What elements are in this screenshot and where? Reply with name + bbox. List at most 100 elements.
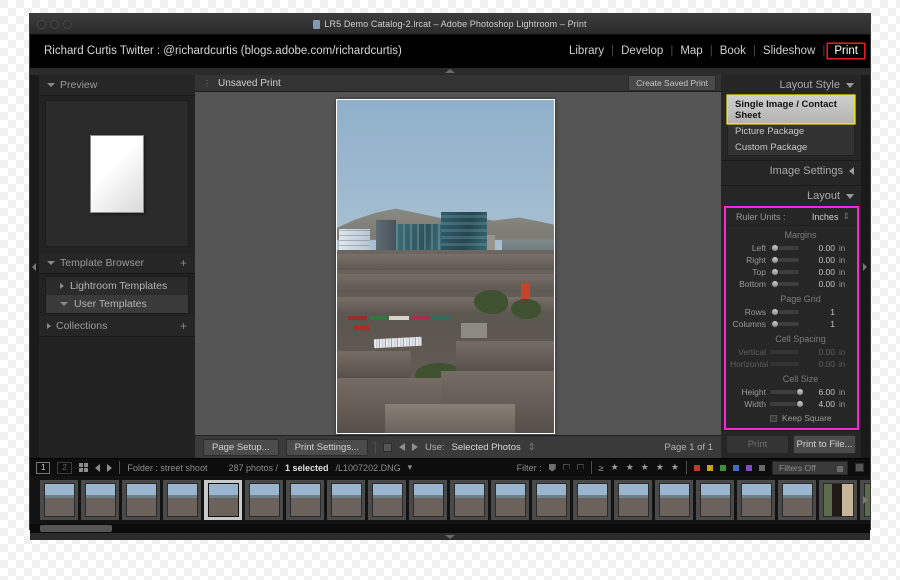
print-settings-button[interactable]: Print Settings... [285,438,368,456]
left-panel-collapse-handle[interactable] [30,75,39,458]
layout-style-header[interactable]: Layout Style [721,75,861,95]
flag-pick-icon[interactable] [548,463,556,472]
filmstrip-thumbnail[interactable] [778,480,816,520]
view-button-2[interactable]: 2 [57,461,72,474]
slider-value[interactable]: 1 [803,307,835,317]
star-5-icon[interactable]: ★ [671,462,679,473]
filmstrip-scrollbar[interactable] [30,524,870,533]
slider-track[interactable] [770,280,799,288]
star-3-icon[interactable]: ★ [641,462,649,473]
rating-operator[interactable]: ≥ [599,463,604,473]
filmstrip-thumbnail[interactable] [819,480,857,520]
module-library[interactable]: Library [562,44,611,58]
module-map[interactable]: Map [673,44,709,58]
chevron-updown-icon[interactable]: ⇕ [842,211,850,222]
color-chip-green[interactable] [720,464,726,471]
filmstrip[interactable] [30,476,870,524]
filter-preset-select[interactable]: Filters Off [772,460,848,475]
filmstrip-thumbnail[interactable] [614,480,652,520]
print-canvas[interactable] [195,92,721,435]
template-group-user[interactable]: User Templates [46,295,188,313]
add-template-icon[interactable]: + [180,257,187,269]
slider-track[interactable] [770,244,799,252]
slider-value[interactable]: 1 [803,319,835,329]
keep-square-checkbox[interactable] [770,414,777,422]
filmstrip-thumbnail-selected[interactable] [204,480,242,520]
filmstrip-thumbnail[interactable] [409,480,447,520]
slider-value[interactable]: 0.00 [803,243,835,253]
filmstrip-thumbnail[interactable] [327,480,365,520]
filmstrip-thumbnail[interactable] [286,480,324,520]
filmstrip-thumbnail[interactable] [737,480,775,520]
stop-icon[interactable] [383,442,392,452]
layout-style-single-image[interactable]: Single Image / Contact Sheet [728,96,854,123]
filmstrip-thumbnail[interactable] [40,480,78,520]
ruler-units-value[interactable]: Inches [812,212,839,222]
layout-style-custom-package[interactable]: Custom Package [728,139,854,155]
color-chip-yellow[interactable] [707,464,713,471]
forward-icon[interactable] [107,463,113,472]
slider-track[interactable] [770,400,804,408]
module-book[interactable]: Book [713,44,753,58]
filmstrip-thumbnail[interactable] [368,480,406,520]
slider-track[interactable] [770,320,799,328]
window-traffic-lights[interactable] [37,20,72,29]
module-develop[interactable]: Develop [614,44,670,58]
slider-track[interactable] [770,388,804,396]
slider-margin-right[interactable]: Right 0.00 in [726,254,857,266]
filmstrip-thumbnail[interactable] [81,480,119,520]
filmstrip-scroll-thumb[interactable] [40,525,112,532]
ruler-units-row[interactable]: Ruler Units : Inches ⇕ [726,208,857,226]
slider-value[interactable]: 0.00 [803,267,835,277]
color-chip-blue[interactable] [733,464,739,471]
slider-rows[interactable]: Rows 1 [726,306,857,318]
module-print[interactable]: Print [828,44,864,58]
zoom-button[interactable] [63,20,72,29]
star-4-icon[interactable]: ★ [656,462,664,473]
star-2-icon[interactable]: ★ [626,462,634,473]
slider-cell-width[interactable]: Width 4.00 in [726,398,857,410]
right-panel-collapse-handle[interactable] [861,75,870,458]
filmstrip-thumbnail[interactable] [532,480,570,520]
slider-margin-top[interactable]: Top 0.00 in [726,266,857,278]
color-chip-none[interactable] [759,464,765,471]
slider-columns[interactable]: Columns 1 [726,318,857,330]
source-label[interactable]: Folder : street shoot [127,463,207,473]
collections-panel-header[interactable]: Collections + [39,316,195,337]
keep-square-row[interactable]: Keep Square [726,410,857,423]
slider-track[interactable] [770,308,799,316]
filmstrip-thumbnail[interactable] [450,480,488,520]
filmstrip-thumbnail[interactable] [573,480,611,520]
filmstrip-thumbnail[interactable] [245,480,283,520]
color-chip-red[interactable] [694,464,700,471]
slider-cell-height[interactable]: Height 6.00 in [726,386,857,398]
filmstrip-thumbnail[interactable] [491,480,529,520]
identity-plate-text[interactable]: Richard Curtis Twitter : @richardcurtis … [44,45,402,57]
slider-margin-bottom[interactable]: Bottom 0.00 in [726,278,857,290]
template-group-lightroom[interactable]: Lightroom Templates [46,277,188,295]
current-filename[interactable]: /L1007202.DNG [336,463,401,473]
photo-cell[interactable] [337,100,554,433]
chevron-down-icon[interactable]: ▾ [408,462,413,473]
slider-track[interactable] [770,256,799,264]
filmstrip-next-icon[interactable] [863,496,868,504]
print-to-file-button[interactable]: Print to File... [793,435,856,454]
close-button[interactable] [37,20,46,29]
chevron-updown-icon[interactable]: ⇕ [528,442,536,453]
add-collection-icon[interactable]: + [180,320,187,332]
use-value[interactable]: Selected Photos [452,442,521,453]
slider-track[interactable] [770,268,799,276]
slider-value[interactable]: 4.00 [803,399,835,409]
previous-page-icon[interactable] [399,443,405,451]
filmstrip-thumbnail[interactable] [122,480,160,520]
slider-margin-left[interactable]: Left 0.00 in [726,242,857,254]
color-chip-purple[interactable] [746,464,752,471]
slider-value[interactable]: 0.00 [803,279,835,289]
print-button[interactable]: Print [726,435,789,454]
flag-unflagged-icon[interactable] [563,464,570,472]
filmstrip-thumbnail[interactable] [655,480,693,520]
filter-toggle-icon[interactable] [855,463,864,472]
filmstrip-thumbnail[interactable] [696,480,734,520]
template-browser-header[interactable]: Template Browser + [39,253,195,274]
preview-panel-header[interactable]: Preview [39,75,195,96]
